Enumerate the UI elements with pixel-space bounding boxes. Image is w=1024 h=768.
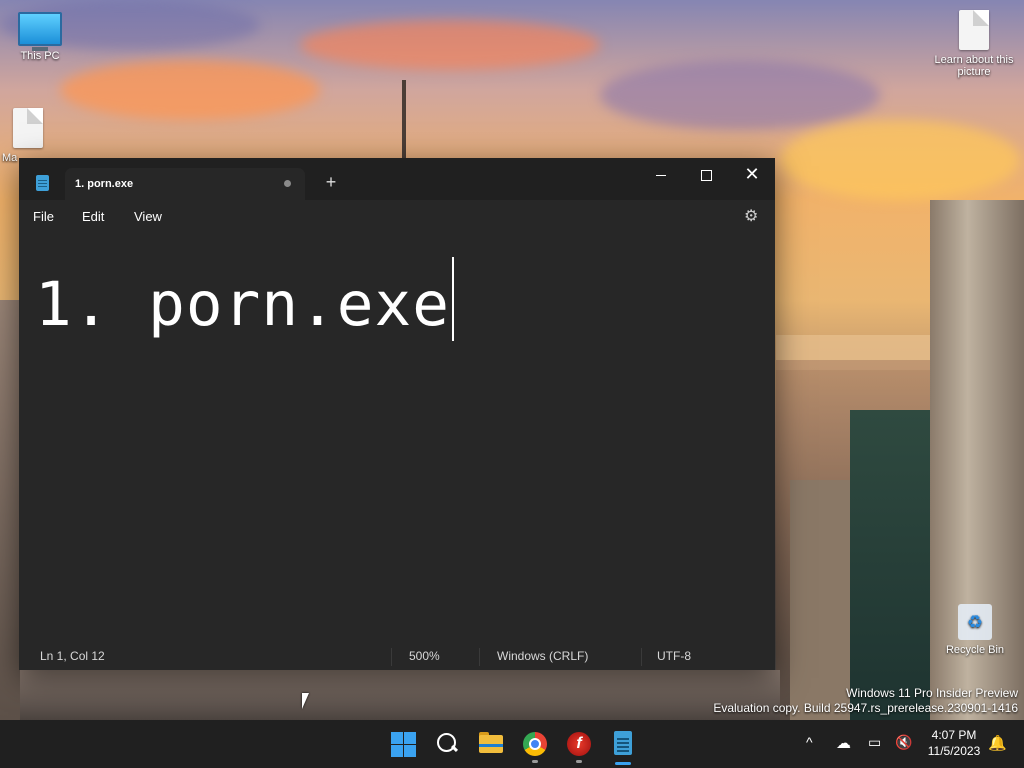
system-clock[interactable]: 4:07 PM 11/5/2023: [920, 727, 988, 759]
wallpaper-building: [850, 410, 940, 720]
close-icon: ✕: [744, 164, 760, 184]
minimize-button[interactable]: [638, 160, 684, 188]
notepad-taskbar-button[interactable]: [609, 730, 637, 758]
minimize-icon: [656, 174, 666, 176]
notepad-icon: [36, 175, 49, 191]
status-divider: [641, 648, 642, 666]
wallpaper-cloud: [600, 60, 880, 130]
monitor-icon: [18, 12, 62, 51]
folder-stripe: [479, 744, 503, 747]
wallpaper-building: [0, 300, 20, 720]
start-icon-tile: [391, 745, 403, 757]
watermark-line: Evaluation copy. Build 25947.rs_prerelea…: [713, 701, 1018, 715]
menu-view[interactable]: View: [134, 209, 162, 224]
editor-text: 1. porn.exe: [35, 269, 450, 340]
file-explorer-button[interactable]: [477, 730, 505, 758]
wallpaper-cloud: [780, 120, 1020, 200]
status-bar: Ln 1, Col 12 500% Windows (CRLF) UTF-8: [19, 644, 775, 670]
unsaved-indicator-icon[interactable]: [284, 180, 291, 187]
desktop-icon-label: Recycle Bin: [945, 644, 1005, 656]
maximize-icon: [700, 169, 712, 181]
flash-button[interactable]: f: [565, 730, 593, 758]
shortcut-file-icon: [13, 108, 43, 148]
menu-edit[interactable]: Edit: [82, 209, 104, 224]
start-icon-tile: [404, 732, 416, 744]
document-icon: [959, 10, 989, 50]
start-icon-tile: [404, 745, 416, 757]
show-hidden-icons-chevron-icon[interactable]: ^: [806, 734, 813, 750]
close-button[interactable]: ✕: [729, 160, 775, 188]
notepad-icon: [614, 731, 632, 755]
desktop-icon-label: Learn about this picture: [934, 54, 1014, 78]
running-indicator: [576, 760, 582, 763]
text-editor[interactable]: 1. porn.exe: [19, 234, 775, 644]
status-encoding: UTF-8: [657, 649, 691, 663]
title-bar[interactable]: 1. porn.exe + ✕: [19, 158, 775, 200]
status-divider: [391, 648, 392, 666]
active-app-indicator: [615, 762, 631, 765]
chrome-button[interactable]: [521, 730, 549, 758]
notification-bell-icon[interactable]: 🔔: [988, 734, 1007, 752]
wallpaper-spire: [402, 80, 406, 160]
desktop-icon-shortcut[interactable]: Ma: [0, 108, 58, 164]
desktop-icon-label: This PC: [20, 50, 60, 62]
clock-time: 4:07 PM: [931, 728, 977, 742]
status-zoom: 500%: [409, 649, 440, 663]
status-cursor-position: Ln 1, Col 12: [40, 649, 105, 663]
menu-bar: File Edit View ⚙: [19, 200, 775, 234]
desktop-icon-recycle-bin[interactable]: ♻ Recycle Bin: [935, 604, 1015, 656]
recycle-bin-icon: ♻: [958, 604, 992, 640]
volume-muted-icon[interactable]: 🔇: [895, 734, 912, 751]
menu-file[interactable]: File: [33, 209, 54, 224]
windows-watermark: Windows 11 Pro Insider Preview Evaluatio…: [713, 686, 1018, 716]
tab-title: 1. porn.exe: [75, 178, 134, 190]
search-icon-handle: [450, 744, 459, 753]
chrome-icon-center: [529, 738, 541, 750]
status-divider: [479, 648, 480, 666]
new-tab-button[interactable]: +: [321, 172, 341, 192]
start-button[interactable]: [389, 730, 417, 758]
tab-document[interactable]: 1. porn.exe: [65, 168, 305, 200]
wallpaper-cloud: [60, 60, 320, 120]
taskbar: f ^ ☁ ▭ 🔇 4:07 PM 11/5/2023 🔔: [0, 720, 1024, 768]
wallpaper-building: [20, 670, 780, 720]
clock-date: 11/5/2023: [927, 744, 981, 758]
editor-content[interactable]: 1. porn.exe: [35, 257, 454, 341]
running-indicator: [532, 760, 538, 763]
network-icon[interactable]: ▭: [868, 734, 881, 751]
status-line-ending: Windows (CRLF): [497, 649, 589, 663]
onedrive-cloud-icon[interactable]: ☁: [836, 734, 851, 752]
text-caret: [451, 257, 454, 341]
desktop-icon-this-pc[interactable]: This PC: [0, 12, 80, 62]
maximize-button[interactable]: [683, 160, 729, 188]
wallpaper-cloud: [300, 20, 600, 70]
gear-icon[interactable]: ⚙: [744, 206, 758, 226]
search-button[interactable]: [433, 730, 461, 758]
watermark-line: Windows 11 Pro Insider Preview: [846, 686, 1018, 700]
flash-icon: f: [567, 732, 591, 756]
start-icon: [391, 732, 403, 744]
notepad-window[interactable]: 1. porn.exe + ✕ File Edit View ⚙ 1. porn…: [19, 158, 775, 670]
desktop-icon-learn-about-picture[interactable]: Learn about this picture: [934, 10, 1014, 78]
mouse-pointer-icon: [302, 693, 316, 709]
